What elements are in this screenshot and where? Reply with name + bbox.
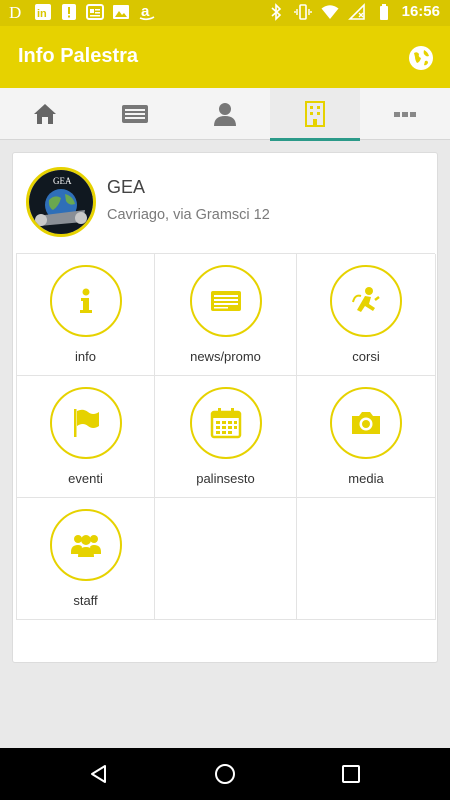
calendar-icon <box>209 406 243 440</box>
status-bar: D in a 16:56 <box>0 0 450 26</box>
svg-text:GEA: GEA <box>53 176 72 186</box>
gym-header[interactable]: GEA GEA Cavriago, via Gramsci 12 <box>13 153 437 253</box>
system-nav-bar <box>0 748 450 800</box>
building-icon <box>301 100 329 128</box>
more-icon <box>391 100 419 128</box>
svg-text:a: a <box>141 3 150 20</box>
menu-item-corsi[interactable]: corsi <box>297 254 436 376</box>
tab-bar <box>0 88 450 141</box>
svg-text:D: D <box>9 3 21 21</box>
menu-circle <box>189 387 262 459</box>
group-icon <box>69 528 103 562</box>
tab-more[interactable] <box>360 88 450 140</box>
app-title: Info Palestra <box>18 45 139 67</box>
wifi-icon <box>321 3 339 21</box>
menu-item-label: corsi <box>352 349 380 364</box>
no-signal-icon <box>347 3 366 21</box>
menu-circle <box>189 265 262 337</box>
tab-profile[interactable] <box>180 88 270 140</box>
home-nav-icon[interactable] <box>213 762 237 786</box>
image-icon <box>112 3 130 21</box>
linkedin-icon: in <box>34 3 52 21</box>
gym-card: GEA GEA Cavriago, via Gramsci 12 info ne… <box>12 152 438 663</box>
svg-text:in: in <box>37 8 47 20</box>
amazon-icon: a <box>138 3 156 21</box>
globe-icon[interactable] <box>408 45 434 71</box>
dailymotion-icon: D <box>8 3 26 21</box>
gym-address: Cavriago, via Gramsci 12 <box>107 207 270 223</box>
menu-item-eventi[interactable]: eventi <box>17 376 155 498</box>
menu-item-info[interactable]: info <box>17 254 155 376</box>
news-card-icon <box>121 100 149 128</box>
menu-circle <box>330 265 402 337</box>
menu-item-label: news/promo <box>190 349 261 364</box>
news-icon <box>86 3 104 21</box>
clock: 16:56 <box>401 3 440 20</box>
gym-logo: GEA <box>26 167 96 237</box>
gym-name: GEA <box>107 177 146 197</box>
newspaper-icon <box>209 284 243 318</box>
app-bar: Info Palestra <box>0 26 450 88</box>
vibrate-icon <box>293 3 312 21</box>
tab-home[interactable] <box>0 88 90 140</box>
menu-circle <box>330 387 402 459</box>
flag-icon <box>69 406 103 440</box>
info-icon <box>69 284 103 318</box>
battery-icon <box>375 3 393 21</box>
camera-icon <box>349 406 383 440</box>
recents-icon[interactable] <box>339 762 363 786</box>
tab-gym[interactable] <box>270 88 360 141</box>
menu-circle <box>49 387 122 459</box>
menu-item-palinsesto[interactable]: palinsesto <box>155 376 297 498</box>
menu-item-staff[interactable]: staff <box>17 498 155 620</box>
menu-item-media[interactable]: media <box>297 376 436 498</box>
menu-circle <box>49 265 122 337</box>
menu-empty-cell <box>155 498 297 620</box>
menu-item-label: info <box>75 349 96 364</box>
user-icon <box>211 100 239 128</box>
menu-grid: info news/promo corsi eventi palinsesto … <box>16 253 436 620</box>
bluetooth-icon <box>267 3 285 21</box>
home-icon <box>31 100 59 128</box>
menu-item-label: media <box>348 471 384 486</box>
menu-item-label: eventi <box>68 471 103 486</box>
tab-news[interactable] <box>90 88 180 140</box>
fitness-icon <box>349 284 383 318</box>
alert-icon <box>60 3 78 21</box>
menu-empty-cell <box>297 498 436 620</box>
menu-item-news-promo[interactable]: news/promo <box>155 254 297 376</box>
back-icon[interactable] <box>87 762 111 786</box>
menu-circle <box>49 509 122 581</box>
menu-item-label: palinsesto <box>196 471 255 486</box>
menu-item-label: staff <box>73 593 98 608</box>
